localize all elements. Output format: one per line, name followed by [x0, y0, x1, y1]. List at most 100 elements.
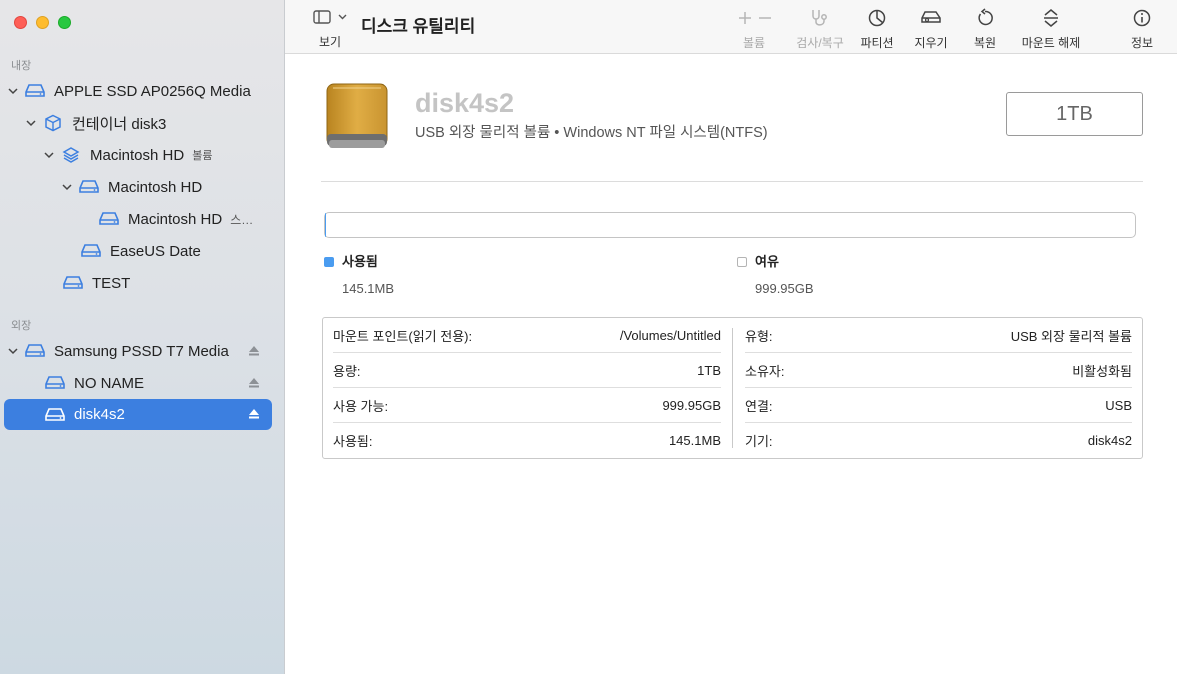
eraser-icon	[909, 6, 953, 30]
sidebar-item-label: 컨테이너 disk3	[72, 115, 167, 133]
info-row-capacity: 용량: 1TB	[333, 353, 721, 388]
drive-icon	[44, 376, 66, 390]
info-value: /Volumes/Untitled	[619, 327, 721, 343]
divider	[321, 181, 1143, 182]
drive-icon	[24, 344, 46, 358]
layers-icon	[60, 146, 82, 164]
volume-button-label: 볼륨	[742, 36, 766, 50]
info-table: 마운트 포인트(읽기 전용): /Volumes/Untitled 용량: 1T…	[322, 317, 1143, 459]
sidebar-item-apple-ssd[interactable]: APPLE SSD AP0256Q Media	[4, 76, 272, 106]
close-button[interactable]	[14, 16, 27, 29]
main-panel: disk4s2 USB 외장 물리적 볼륨 • Windows NT 파일 시스…	[285, 54, 1177, 674]
info-key: 소유자:	[745, 363, 785, 379]
drive-icon	[80, 244, 102, 258]
chevron-down-icon[interactable]	[60, 183, 74, 191]
info-row-mount-point: 마운트 포인트(읽기 전용): /Volumes/Untitled	[333, 318, 721, 353]
info-key: 사용 가능:	[333, 398, 389, 414]
sidebar-item-label: Samsung PSSD T7 Media	[54, 342, 229, 360]
info-value: 999.95GB	[662, 397, 721, 413]
eject-icon[interactable]	[248, 343, 260, 360]
sidebar-item-disk4s2[interactable]: disk4s2	[4, 399, 272, 430]
info-row-used: 사용됨: 145.1MB	[333, 423, 721, 458]
sidebar-item-no-name[interactable]: NO NAME	[40, 368, 272, 398]
free-label: 여유	[755, 254, 779, 269]
info-value: 145.1MB	[668, 433, 721, 448]
sidebar-item-samsung-pssd[interactable]: Samsung PSSD T7 Media	[4, 336, 272, 366]
sidebar: 내장 APPLE SSD AP0256Q Media 컨테이너 disk3 Ma…	[0, 0, 285, 674]
used-label: 사용됨	[342, 254, 378, 269]
toolbar: 보기 디스크 유틸리티 볼륨 검사/복구 파티션 지우기 복원 마운트 해제 정…	[285, 0, 1177, 54]
info-key: 유형:	[745, 328, 773, 344]
drive-icon	[78, 180, 100, 194]
free-swatch	[737, 257, 747, 267]
sidebar-item-macintosh-hd-volume[interactable]: Macintosh HD 볼륨	[40, 140, 272, 170]
sidebar-item-easeus-date[interactable]: EaseUS Date	[76, 236, 272, 266]
first-aid-button[interactable]: 검사/복구	[789, 6, 851, 51]
info-row-type: 유형: USB 외장 물리적 볼륨	[745, 318, 1132, 353]
sidebar-item-test[interactable]: TEST	[58, 268, 272, 298]
erase-button[interactable]: 지우기	[909, 6, 953, 51]
chevron-down-icon[interactable]	[42, 151, 56, 159]
info-key: 용량:	[333, 363, 361, 379]
view-button[interactable]: 보기	[307, 8, 353, 50]
chevron-down-icon[interactable]	[6, 347, 20, 355]
info-key: 사용됨:	[333, 434, 373, 449]
drive-icon	[98, 212, 120, 226]
sidebar-item-label: TEST	[92, 274, 131, 292]
usage-bar	[324, 212, 1136, 238]
free-value: 999.95GB	[755, 281, 814, 296]
restore-button-label: 복원	[973, 36, 997, 50]
legend-free: 여유 999.95GB	[737, 251, 814, 296]
zoom-button[interactable]	[58, 16, 71, 29]
capacity-badge: 1TB	[1006, 92, 1143, 136]
container-icon	[42, 114, 64, 132]
sidebar-item-label: NO NAME	[74, 374, 145, 392]
stethoscope-icon	[789, 6, 851, 30]
external-disk-icon	[323, 82, 393, 159]
info-row-available: 사용 가능: 999.95GB	[333, 388, 721, 423]
sidebar-item-label: Macintosh HD	[128, 210, 223, 228]
chevron-down-icon[interactable]	[6, 87, 20, 95]
info-value: USB 외장 물리적 볼륨	[1010, 328, 1132, 344]
eject-icon[interactable]	[248, 406, 260, 423]
unmount-icon	[1017, 6, 1085, 30]
used-swatch	[324, 257, 334, 267]
restore-arrow-icon	[967, 6, 1003, 30]
info-row-connection: 연결: USB	[745, 388, 1132, 423]
sidebar-item-macintosh-hd-snapshot[interactable]: Macintosh HD 스…	[94, 204, 272, 234]
pie-chart-icon	[855, 6, 899, 30]
info-key: 마운트 포인트(읽기 전용):	[333, 328, 473, 344]
info-value: 비활성화됨	[1072, 363, 1132, 379]
info-key: 연결:	[745, 398, 773, 414]
minimize-button[interactable]	[36, 16, 49, 29]
restore-button[interactable]: 복원	[967, 6, 1003, 51]
first-aid-button-label: 검사/복구	[796, 36, 844, 50]
window-title: 디스크 유틸리티	[361, 17, 476, 36]
sidebar-item-macintosh-hd[interactable]: Macintosh HD	[58, 172, 272, 202]
drive-icon	[62, 276, 84, 290]
sidebar-item-sublabel: 스…	[230, 212, 254, 227]
volume-name: disk4s2	[415, 88, 515, 118]
drive-icon	[24, 84, 46, 98]
plus-minus-icon	[727, 6, 781, 30]
chevron-down-icon[interactable]	[24, 119, 38, 127]
info-row-owners: 소유자: 비활성화됨	[745, 353, 1132, 388]
legend-used: 사용됨 145.1MB	[324, 251, 394, 296]
window-controls	[14, 16, 71, 29]
info-value: disk4s2	[1087, 433, 1132, 448]
section-label-internal: 내장	[11, 60, 32, 72]
erase-button-label: 지우기	[914, 36, 948, 50]
unmount-button[interactable]: 마운트 해제	[1017, 6, 1085, 51]
sidebar-item-label: Macintosh HD	[90, 146, 185, 164]
eject-icon[interactable]	[248, 375, 260, 392]
drive-icon	[44, 407, 66, 422]
sidebar-item-label: EaseUS Date	[110, 242, 201, 260]
volume-button[interactable]: 볼륨	[727, 6, 781, 51]
sidebar-item-label: APPLE SSD AP0256Q Media	[54, 82, 251, 100]
partition-button[interactable]: 파티션	[855, 6, 899, 51]
info-column-right: 유형: USB 외장 물리적 볼륨 소유자: 비활성화됨 연결: USB 기기:…	[733, 318, 1142, 458]
info-button-label: 정보	[1130, 36, 1154, 50]
info-button[interactable]: 정보	[1127, 6, 1157, 51]
sidebar-item-container[interactable]: 컨테이너 disk3	[22, 108, 272, 138]
info-value: USB	[1105, 397, 1132, 413]
